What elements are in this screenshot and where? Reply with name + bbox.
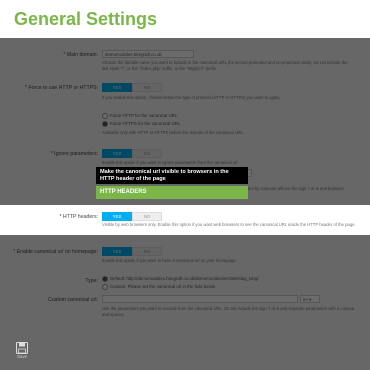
type-option-default[interactable]: Default: http://demomodules.hiregraft.co… [102,276,259,282]
http-headers-label: * HTTP headers: [59,214,98,220]
ignore-params-no[interactable]: NO [132,149,162,158]
canonical-homepage-label: * Enable canonical url on homepage: [13,249,98,255]
settings-panel: * Main domain: demomodules.hiregraft.co.… [0,38,370,370]
ignore-params-yes[interactable]: YES [102,149,132,158]
canonical-homepage-toggle[interactable]: YES NO [102,247,162,256]
force-protocol-help: If you enable this option, choose below … [102,95,281,100]
type-label: Type: [85,278,98,284]
main-domain-help: Choose the domain name you want to inclu… [102,60,348,71]
force-protocol-toggle[interactable]: YES NO [102,83,162,92]
main-domain-label: * Main domain: [63,52,98,58]
protocol-note: Available only with HTTP or HTTPS before… [102,130,245,135]
chevron-down-icon: ▾ [309,297,312,302]
help-tooltip: Make the canonical url visible to browse… [96,167,248,199]
http-headers-help: Visible by web browsers only. Enable thi… [102,222,356,227]
save-button[interactable]: Save [14,342,30,362]
main-domain-input[interactable]: demomodules.hiregraft.co.uk [102,50,194,58]
canonical-homepage-no[interactable]: NO [132,247,162,256]
tooltip-title: HTTP HEADERS [96,186,248,199]
http-headers-no[interactable]: NO [132,212,162,221]
protocol-option-http[interactable]: Force HTTP for the canonical URL [102,113,177,119]
http-headers-toggle[interactable]: YES NO [102,212,162,221]
floppy-disk-icon [16,342,28,354]
ignore-params-toggle[interactable]: YES NO [102,149,162,158]
custom-canonical-help: Use the parameters you want to exclude f… [102,306,355,317]
force-protocol-label: * Force to use HTTP or HTTPS: [24,85,98,91]
canonical-homepage-help: Enable this option if you want to have a… [102,258,237,263]
tooltip-description: Make the canonical url visible to browse… [96,167,248,184]
http-headers-row: * HTTP headers: YES NO Visible by web br… [0,205,370,235]
custom-canonical-input[interactable] [102,295,298,303]
type-option-custom[interactable]: Custom: Please set the canonical url in … [102,284,215,290]
radio-checked-icon[interactable] [102,121,108,127]
force-protocol-yes[interactable]: YES [102,83,132,92]
canonical-homepage-yes[interactable]: YES [102,247,132,256]
radio-icon[interactable] [102,284,108,290]
ignore-params-label: * Ignore parameters: [50,151,98,157]
force-protocol-no[interactable]: NO [132,83,162,92]
custom-canonical-label: Custom canonical url: [48,297,98,303]
save-label: Save [16,354,27,359]
ignore-params-help: Enable this option if you want to ignore… [102,160,239,165]
http-headers-yes[interactable]: YES [102,212,132,221]
language-select[interactable]: en ▾ [300,295,320,303]
page-title: General Settings [14,9,158,29]
radio-checked-icon[interactable] [102,276,108,282]
radio-icon[interactable] [102,113,108,119]
protocol-option-https[interactable]: Force HTTPS for the canonical URL [102,121,180,127]
